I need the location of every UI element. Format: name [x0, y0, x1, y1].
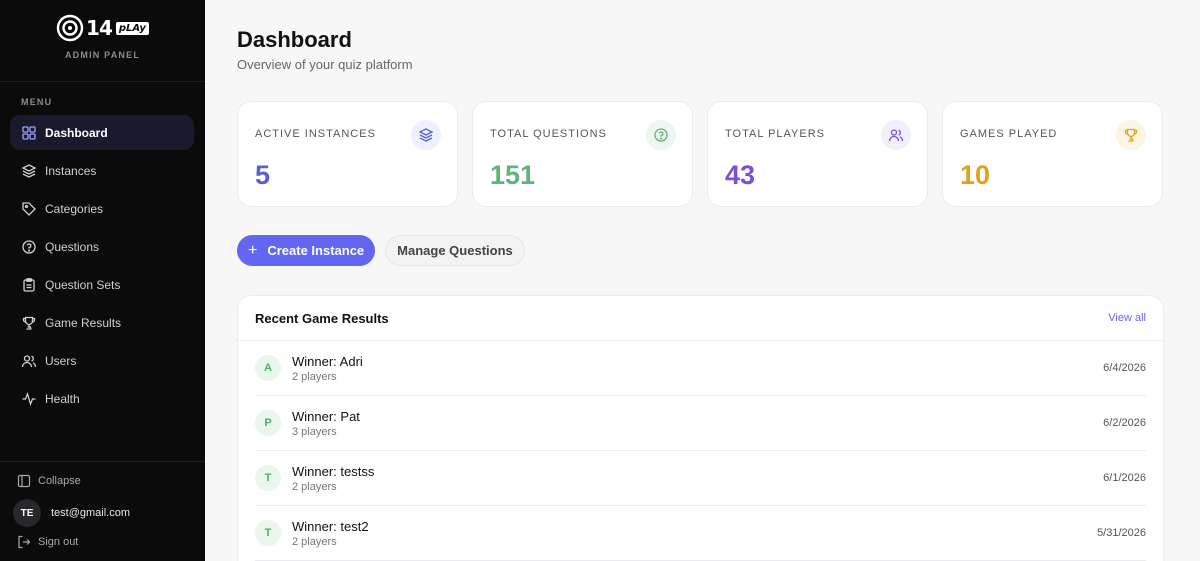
- row-players: 2 players: [292, 370, 337, 383]
- sidebar-item-questions[interactable]: Questions: [10, 229, 194, 264]
- stat-value: 43: [725, 160, 756, 190]
- list-item[interactable]: A Winner: Adri 2 players 6/4/2026: [255, 341, 1146, 396]
- sidebar: 14 pLAy ADMIN PANEL MENU Dashboard Insta…: [0, 0, 205, 561]
- stat-value: 10: [960, 160, 991, 190]
- row-text: Winner: Adri 2 players: [292, 354, 363, 383]
- avatar: P: [255, 410, 281, 436]
- stat-card-total-players: TOTAL PLAYERS 43: [707, 101, 928, 207]
- page-subtitle: Overview of your quiz platform: [237, 57, 413, 72]
- activity-icon: [21, 391, 37, 407]
- users-icon: [21, 353, 37, 369]
- row-text: Winner: Pat 3 players: [292, 409, 360, 438]
- stat-label: GAMES PLAYED: [960, 128, 1058, 140]
- brand-subtitle: ADMIN PANEL: [64, 50, 141, 60]
- sidebar-item-label: Dashboard: [45, 125, 108, 140]
- help-circle-icon: [646, 120, 676, 150]
- manage-questions-button[interactable]: Manage Questions: [385, 235, 525, 266]
- sidebar-item-label: Categories: [45, 201, 104, 216]
- row-players: 2 players: [292, 535, 337, 548]
- sidebar-item-label: Game Results: [45, 315, 122, 330]
- row-players: 3 players: [292, 425, 337, 438]
- sign-out-button[interactable]: Sign out: [17, 535, 78, 549]
- recent-results-panel: Recent Game Results View all A Winner: A…: [237, 295, 1164, 561]
- logo-number: 14: [86, 16, 113, 40]
- avatar: A: [255, 355, 281, 381]
- row-date: 6/2/2026: [1103, 417, 1146, 429]
- sidebar-item-label: Users: [45, 353, 77, 368]
- page-title: Dashboard: [237, 27, 352, 52]
- stat-card-active-instances: ACTIVE INSTANCES 5: [237, 101, 458, 207]
- stats-row: ACTIVE INSTANCES 5 TOTAL QUESTIONS 151 T…: [237, 101, 1163, 207]
- list-item[interactable]: T Winner: testss 2 players 6/1/2026: [255, 451, 1146, 506]
- create-instance-label: Create Instance: [267, 243, 365, 258]
- sidebar-item-categories[interactable]: Categories: [10, 191, 194, 226]
- avatar: T: [255, 520, 281, 546]
- stat-value: 151: [490, 160, 536, 190]
- sidebar-item-game-results[interactable]: Game Results: [10, 305, 194, 340]
- log-out-icon: [17, 535, 31, 549]
- sidebar-collapse-icon: [17, 474, 31, 488]
- stat-label: ACTIVE INSTANCES: [255, 128, 376, 140]
- sidebar-item-dashboard[interactable]: Dashboard: [10, 115, 194, 150]
- grid-icon: [21, 125, 37, 141]
- user-menu[interactable]: TE test@gmail.com: [13, 499, 130, 527]
- row-date: 6/4/2026: [1103, 362, 1146, 374]
- user-email: test@gmail.com: [51, 507, 131, 519]
- sidebar-item-label: Question Sets: [45, 277, 121, 292]
- row-winner: Winner: testss: [292, 463, 375, 479]
- stat-label: TOTAL QUESTIONS: [490, 128, 607, 140]
- trophy-icon: [21, 315, 37, 331]
- row-winner: Winner: Pat: [292, 408, 360, 424]
- help-circle-icon: [21, 239, 37, 255]
- sidebar-item-health[interactable]: Health: [10, 381, 194, 416]
- sidebar-item-label: Health: [45, 391, 80, 406]
- sidebar-item-label: Instances: [45, 163, 97, 178]
- sidebar-item-question-sets[interactable]: Question Sets: [10, 267, 194, 302]
- logo-play: pLAy: [115, 21, 149, 35]
- panel-header: Recent Game Results View all: [238, 296, 1163, 341]
- row-winner: Winner: Adri: [292, 353, 363, 369]
- logo[interactable]: 14 pLAy: [56, 14, 149, 42]
- clipboard-icon: [21, 277, 37, 293]
- manage-questions-label: Manage Questions: [397, 243, 513, 258]
- row-date: 6/1/2026: [1103, 472, 1146, 484]
- row-winner: Winner: test2: [292, 518, 369, 534]
- sidebar-footer: Collapse TE test@gmail.com Sign out: [0, 461, 205, 549]
- layers-icon: [411, 120, 441, 150]
- list-item[interactable]: P Winner: Pat 3 players 6/2/2026: [255, 396, 1146, 451]
- stat-card-total-questions: TOTAL QUESTIONS 151: [472, 101, 693, 207]
- sidebar-item-users[interactable]: Users: [10, 343, 194, 378]
- row-players: 2 players: [292, 480, 337, 493]
- logo-ring-icon: [56, 14, 84, 42]
- sidebar-item-instances[interactable]: Instances: [10, 153, 194, 188]
- tag-icon: [21, 201, 37, 217]
- list-item[interactable]: T Winner: test2 2 players 5/31/2026: [255, 506, 1146, 561]
- trophy-icon: [1116, 120, 1146, 150]
- row-text: Winner: testss 2 players: [292, 464, 374, 493]
- stat-value: 5: [255, 160, 271, 190]
- row-text: Winner: test2 2 players: [292, 519, 369, 548]
- create-instance-button[interactable]: + Create Instance: [237, 235, 376, 266]
- action-bar: + Create Instance Manage Questions: [237, 235, 525, 266]
- layers-icon: [21, 163, 37, 179]
- brand: 14 pLAy ADMIN PANEL: [0, 0, 205, 82]
- row-date: 5/31/2026: [1097, 527, 1146, 539]
- panel-title: Recent Game Results: [255, 310, 389, 326]
- collapse-button[interactable]: Collapse: [17, 474, 81, 488]
- stat-card-games-played: GAMES PLAYED 10: [942, 101, 1163, 207]
- sign-out-label: Sign out: [38, 536, 79, 548]
- main-content: Dashboard Overview of your quiz platform…: [205, 0, 1200, 561]
- avatar: T: [255, 465, 281, 491]
- plus-icon: +: [248, 241, 258, 259]
- menu-label: MENU: [21, 97, 53, 107]
- sidebar-nav: Dashboard Instances Categories Questions…: [10, 115, 194, 419]
- stat-label: TOTAL PLAYERS: [725, 128, 826, 140]
- collapse-label: Collapse: [38, 475, 81, 487]
- sidebar-item-label: Questions: [45, 239, 100, 254]
- view-all-link[interactable]: View all: [1108, 312, 1146, 324]
- users-icon: [881, 120, 911, 150]
- avatar: TE: [13, 499, 41, 527]
